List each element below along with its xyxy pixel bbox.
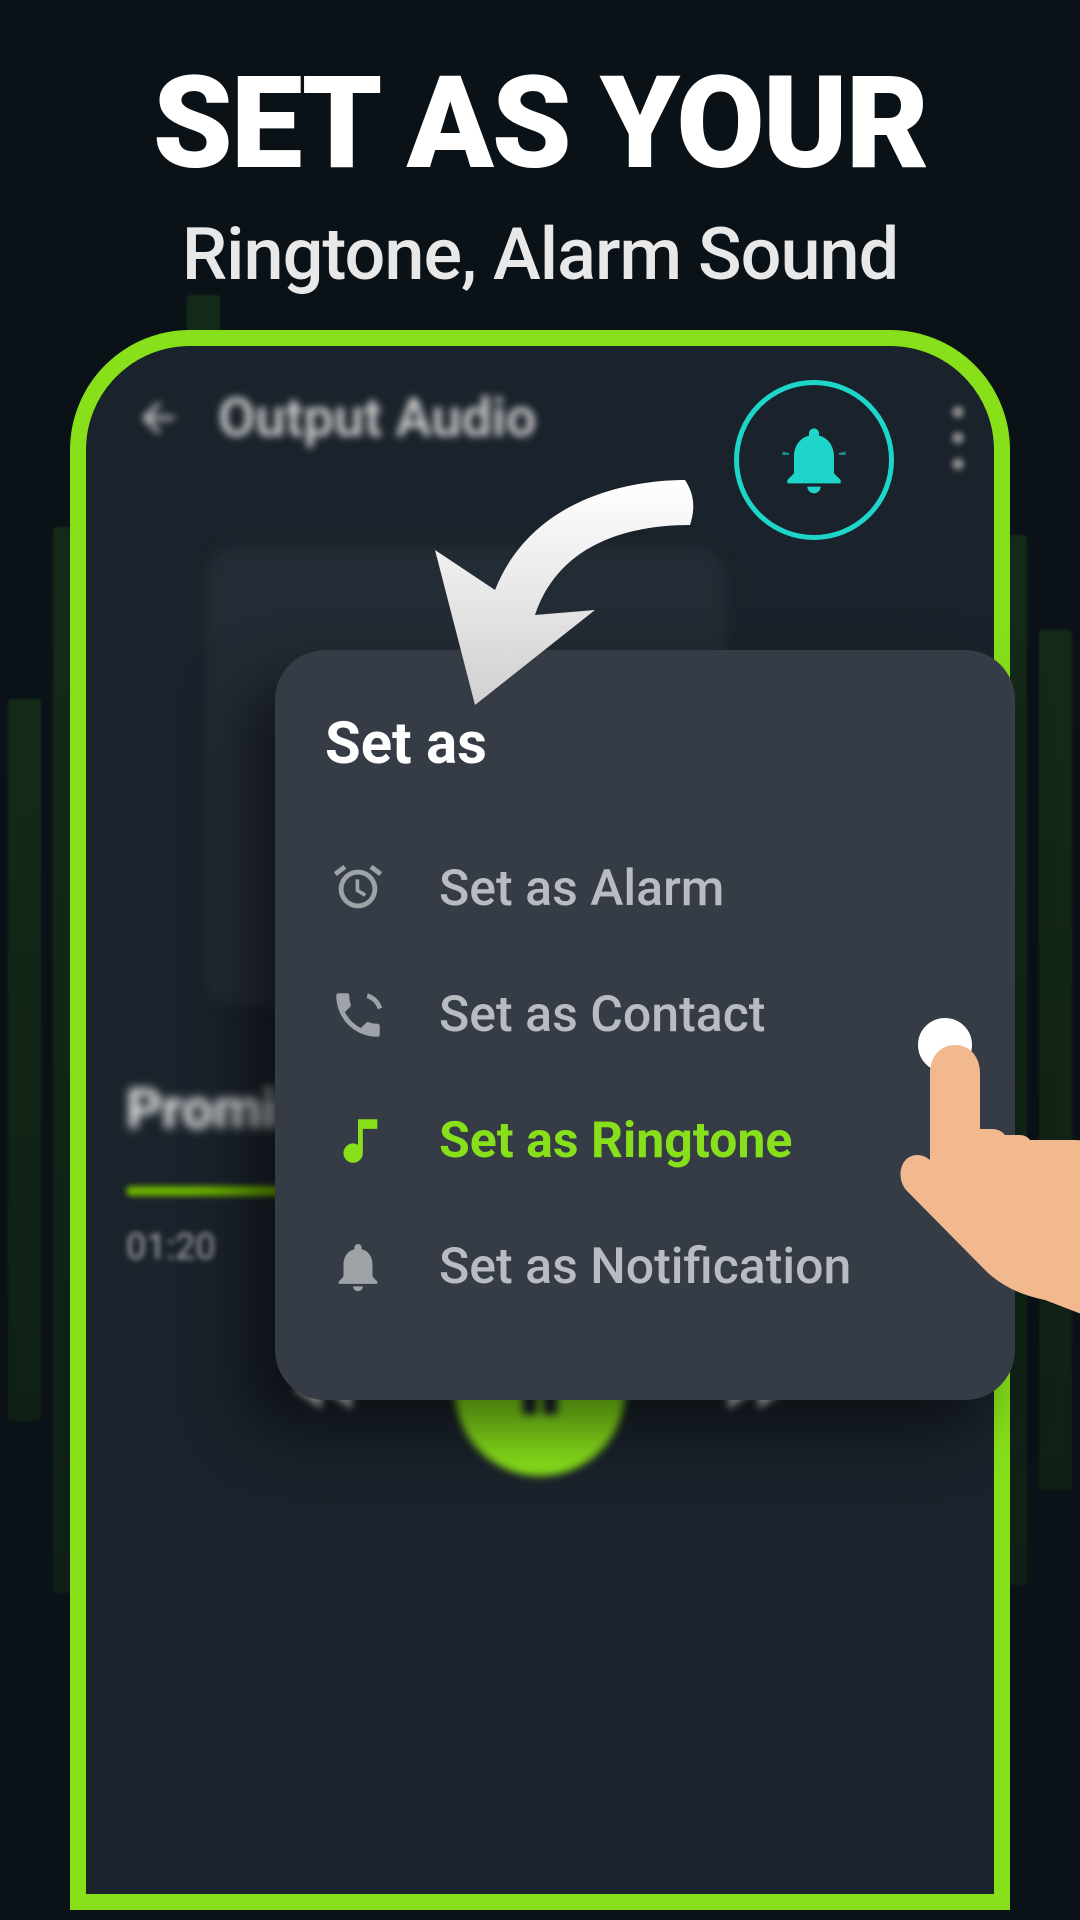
popup-item-label: Set as Alarm	[439, 860, 724, 918]
phone-icon	[325, 982, 391, 1048]
popup-title: Set as	[325, 710, 965, 778]
popup-item-label: Set as Contact	[439, 986, 765, 1044]
popup-item-label: Set as Notification	[439, 1238, 851, 1296]
notification-bell-button[interactable]	[734, 380, 894, 540]
hero-line2: Ringtone, Alarm Sound	[0, 212, 1080, 297]
music-icon	[325, 1108, 391, 1174]
set-as-notification-item[interactable]: Set as Notification	[325, 1204, 965, 1330]
alarm-icon	[325, 856, 391, 922]
bell-icon	[325, 1234, 391, 1300]
pointing-hand-icon	[900, 1045, 1080, 1325]
set-as-ringtone-item[interactable]: Set as Ringtone	[325, 1078, 965, 1204]
elapsed-time-label: 01:20	[126, 1226, 216, 1268]
curved-arrow-icon	[385, 470, 735, 720]
hero-title: SET AS YOUR Ringtone, Alarm Sound	[0, 60, 1080, 297]
hero-line1: SET AS YOUR	[0, 60, 1080, 188]
set-as-alarm-item[interactable]: Set as Alarm	[325, 826, 965, 952]
back-arrow-icon[interactable]	[126, 386, 190, 450]
popup-item-label: Set as Ringtone	[439, 1112, 792, 1170]
set-as-contact-item[interactable]: Set as Contact	[325, 952, 965, 1078]
more-options-icon[interactable]	[952, 406, 964, 470]
